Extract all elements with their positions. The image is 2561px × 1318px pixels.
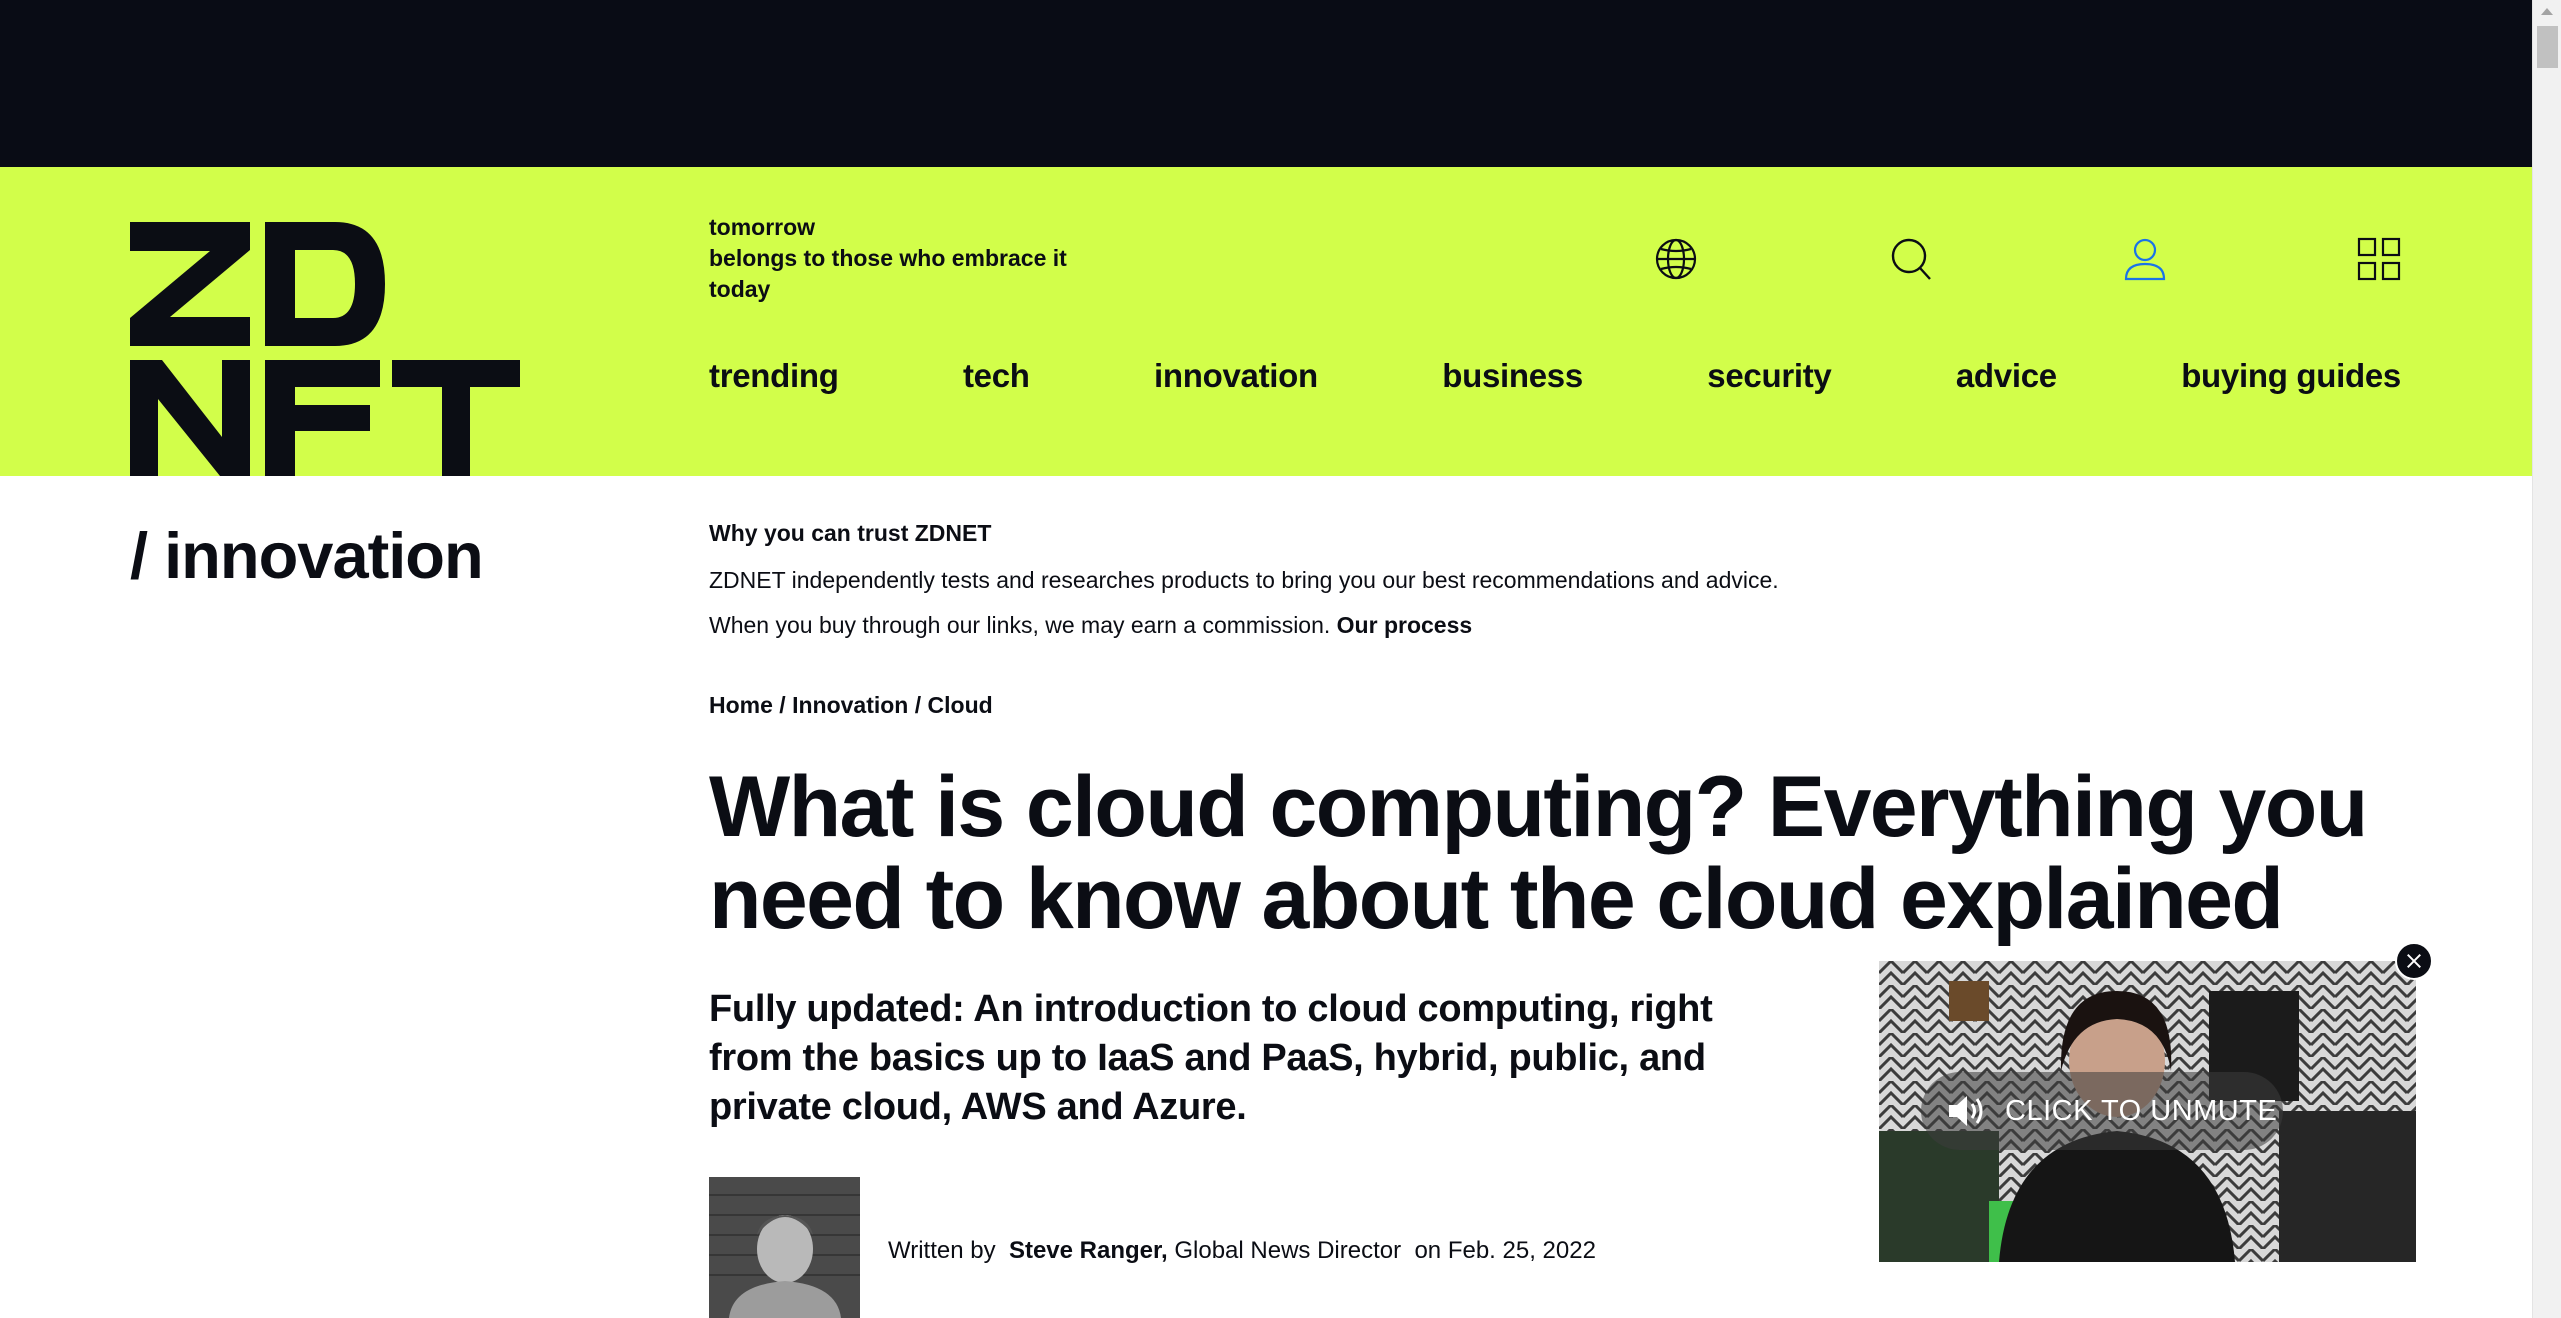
trust-title: Why you can trust ZDNET bbox=[709, 520, 992, 546]
tagline-line-1: tomorrow bbox=[709, 214, 816, 240]
nav-buying-guides[interactable]: buying guides bbox=[2181, 357, 2401, 395]
page-scrollbar[interactable] bbox=[2532, 0, 2561, 1318]
breadcrumb-separator: / bbox=[914, 692, 922, 718]
nav-business[interactable]: business bbox=[1442, 357, 1583, 395]
globe-icon[interactable] bbox=[1654, 237, 1698, 281]
breadcrumb-cloud[interactable]: Cloud bbox=[928, 692, 993, 718]
commission-text: When you buy through our links, we may e… bbox=[709, 612, 1331, 638]
video-player[interactable]: CLICK TO UNMUTE bbox=[1879, 961, 2416, 1262]
zdnet-logo[interactable] bbox=[130, 222, 520, 476]
breadcrumb: Home / Innovation / Cloud bbox=[709, 690, 993, 720]
tagline-line-2: belongs to those who embrace it bbox=[709, 245, 1067, 271]
nav-security[interactable]: security bbox=[1707, 357, 1831, 395]
close-icon bbox=[2407, 954, 2421, 968]
scroll-thumb[interactable] bbox=[2537, 26, 2558, 68]
byline: Written by Steve Ranger, Global News Dir… bbox=[888, 1236, 1596, 1266]
author-avatar[interactable] bbox=[709, 1177, 860, 1318]
nav-trending[interactable]: trending bbox=[709, 357, 839, 395]
nav-tech[interactable]: tech bbox=[963, 357, 1030, 395]
trust-commission: When you buy through our links, we may e… bbox=[709, 610, 2009, 640]
grid-menu-icon[interactable] bbox=[2357, 237, 2401, 281]
article-headline: What is cloud computing? Everything you … bbox=[709, 759, 2368, 947]
search-icon[interactable] bbox=[1889, 237, 1933, 281]
tagline-line-3: today bbox=[709, 276, 771, 302]
close-video-button[interactable] bbox=[2395, 942, 2433, 980]
breadcrumb-home[interactable]: Home bbox=[709, 692, 773, 718]
section-label: / innovation bbox=[130, 519, 484, 592]
trust-notice: Why you can trust ZDNET ZDNET independen… bbox=[709, 518, 2009, 640]
article-subhead: Fully updated: An introduction to cloud … bbox=[709, 988, 1713, 1128]
written-by-label: Written by bbox=[888, 1237, 996, 1264]
breadcrumb-separator: / bbox=[779, 692, 786, 718]
site-header: tomorrow belongs to those who embrace it… bbox=[0, 167, 2532, 476]
breadcrumb-innovation[interactable]: Innovation bbox=[792, 692, 908, 718]
speaker-icon bbox=[1949, 1096, 1983, 1126]
top-ad-bar bbox=[0, 0, 2532, 167]
unmute-label: CLICK TO UNMUTE bbox=[2005, 1094, 2278, 1127]
date-prefix: on bbox=[1414, 1237, 1442, 1264]
our-process-link[interactable]: Our process bbox=[1337, 612, 1473, 638]
nav-innovation[interactable]: innovation bbox=[1154, 357, 1318, 395]
scroll-up-arrow-icon[interactable] bbox=[2541, 8, 2553, 15]
user-icon[interactable] bbox=[2123, 237, 2167, 281]
trust-text: ZDNET independently tests and researches… bbox=[709, 567, 1779, 593]
author-title: Global News Director bbox=[1174, 1237, 1402, 1264]
nav-advice[interactable]: advice bbox=[1956, 357, 2057, 395]
publish-date: Feb. 25, 2022 bbox=[1447, 1237, 1596, 1264]
unmute-button[interactable]: CLICK TO UNMUTE bbox=[1921, 1072, 2283, 1150]
tagline: tomorrow belongs to those who embrace it… bbox=[709, 212, 1129, 305]
author-name[interactable]: Steve Ranger, bbox=[1009, 1237, 1168, 1264]
main-nav: trending tech innovation business securi… bbox=[709, 357, 2401, 395]
